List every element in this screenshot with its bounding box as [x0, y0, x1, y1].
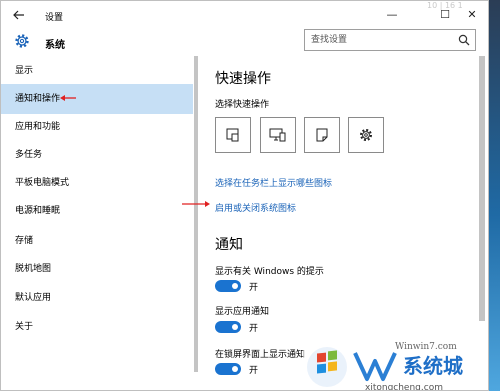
- watermark-brand: 系统城: [403, 354, 463, 378]
- gear-icon: [15, 34, 29, 48]
- note-icon: [316, 128, 328, 142]
- watermark-url: xitongcheng.com: [365, 383, 443, 391]
- toggle-knob: [232, 366, 238, 372]
- tablet-mode-icon: [226, 128, 239, 142]
- toggle-knob: [232, 283, 238, 289]
- toggle-state-app-notifications: 开: [249, 324, 259, 334]
- all-settings-icon: [360, 129, 372, 141]
- settings-window: 设置 10 | 16 1 — ☐ ✕ 系统 显示 通知和操作 应用和功能 多任务…: [0, 0, 489, 391]
- page-title: 系统: [45, 40, 65, 51]
- sidebar-item-offline-maps[interactable]: 脱机地图: [1, 254, 193, 284]
- toggle-label-app-notifications: 显示应用通知: [215, 307, 270, 317]
- sidebar-item-tablet-mode[interactable]: 平板电脑模式: [1, 168, 193, 198]
- search-icon[interactable]: [458, 34, 470, 46]
- sidebar-item-default-apps[interactable]: 默认应用: [1, 283, 193, 313]
- quick-action-connect[interactable]: [260, 117, 296, 153]
- sidebar-item-multitasking[interactable]: 多任务: [1, 140, 193, 170]
- toggle-app-notifications[interactable]: [215, 321, 241, 333]
- quick-action-note[interactable]: [304, 117, 340, 153]
- search-box[interactable]: [304, 29, 476, 51]
- annotation-arrow-link: [182, 201, 210, 207]
- quick-actions-title: 快速操作: [215, 71, 271, 87]
- page-header: 系统: [1, 29, 488, 53]
- window-title: 设置: [45, 13, 64, 23]
- maximize-button[interactable]: ☐: [434, 5, 456, 23]
- quick-action-all-settings[interactable]: [348, 117, 384, 153]
- sidebar-scrollbar[interactable]: [194, 56, 198, 372]
- sidebar-nav: 显示 通知和操作 应用和功能 多任务 平板电脑模式 电源和睡眠 存储 脱机地图 …: [1, 56, 193, 390]
- sidebar-item-display[interactable]: 显示: [1, 56, 193, 86]
- toggle-lockscreen[interactable]: [215, 363, 241, 375]
- taskbar-icons-link[interactable]: 选择在任务栏上显示哪些图标: [215, 176, 332, 189]
- toggle-state-windows-tips: 开: [249, 283, 259, 293]
- sidebar-item-about[interactable]: 关于: [1, 312, 193, 342]
- system-icons-link[interactable]: 启用或关闭系统图标: [215, 201, 296, 214]
- sidebar-item-power-sleep[interactable]: 电源和睡眠: [1, 196, 193, 226]
- watermark-site: Winwin7.com: [395, 342, 457, 352]
- sidebar-item-storage[interactable]: 存储: [1, 226, 193, 256]
- minimize-button[interactable]: —: [381, 5, 403, 23]
- connect-display-icon: [269, 128, 286, 142]
- close-button[interactable]: ✕: [461, 5, 483, 23]
- title-bar: 设置 10 | 16 1 — ☐ ✕: [1, 1, 488, 29]
- watermark-logo: 系统城 xitongcheng.com Winwin7.com: [303, 339, 488, 391]
- back-arrow-icon: [13, 10, 24, 20]
- search-input[interactable]: [311, 33, 451, 47]
- notifications-title: 通知: [215, 237, 243, 253]
- quick-action-tablet-mode[interactable]: [215, 117, 251, 153]
- annotation-arrow-sidebar: [60, 95, 76, 101]
- toggle-knob: [232, 324, 238, 330]
- content-scrollbar[interactable]: [479, 56, 485, 321]
- toggle-windows-tips[interactable]: [215, 280, 241, 292]
- sidebar-item-notifications[interactable]: 通知和操作: [1, 84, 193, 114]
- toggle-label-lockscreen: 在锁屏界面上显示通知: [215, 350, 306, 360]
- quick-actions-subtitle: 选择快速操作: [215, 100, 270, 110]
- desktop-background: [489, 0, 500, 391]
- back-button[interactable]: [9, 6, 29, 24]
- toggle-state-lockscreen: 开: [249, 366, 259, 376]
- toggle-label-windows-tips: 显示有关 Windows 的提示: [215, 267, 324, 277]
- sidebar-item-apps-features[interactable]: 应用和功能: [1, 112, 193, 142]
